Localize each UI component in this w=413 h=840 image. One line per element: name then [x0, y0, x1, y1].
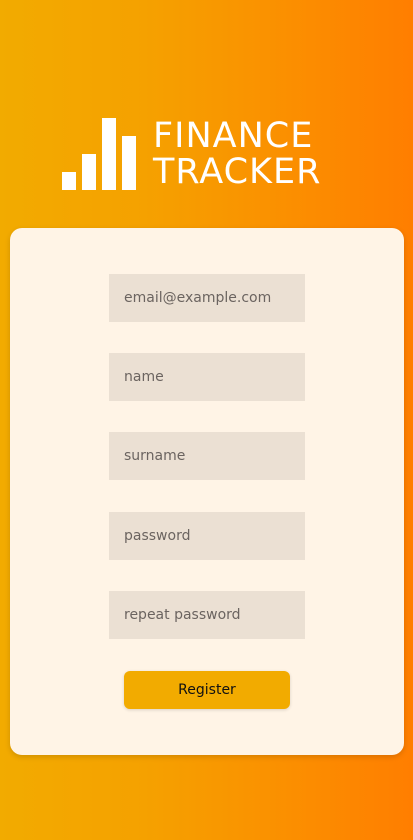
email-input[interactable] — [109, 274, 305, 322]
password-input[interactable] — [109, 512, 305, 560]
app-logo: FINANCE TRACKER — [62, 118, 352, 192]
register-button[interactable]: Register — [124, 671, 290, 709]
app-title-line2: TRACKER — [153, 152, 322, 192]
app-title-line1: FINANCE — [153, 116, 314, 156]
repeat-password-input[interactable] — [109, 591, 305, 639]
registration-card: Register — [10, 228, 404, 755]
surname-input[interactable] — [109, 432, 305, 480]
name-input[interactable] — [109, 353, 305, 401]
app-title: FINANCE TRACKER — [153, 118, 353, 190]
bar-chart-icon — [62, 118, 136, 190]
